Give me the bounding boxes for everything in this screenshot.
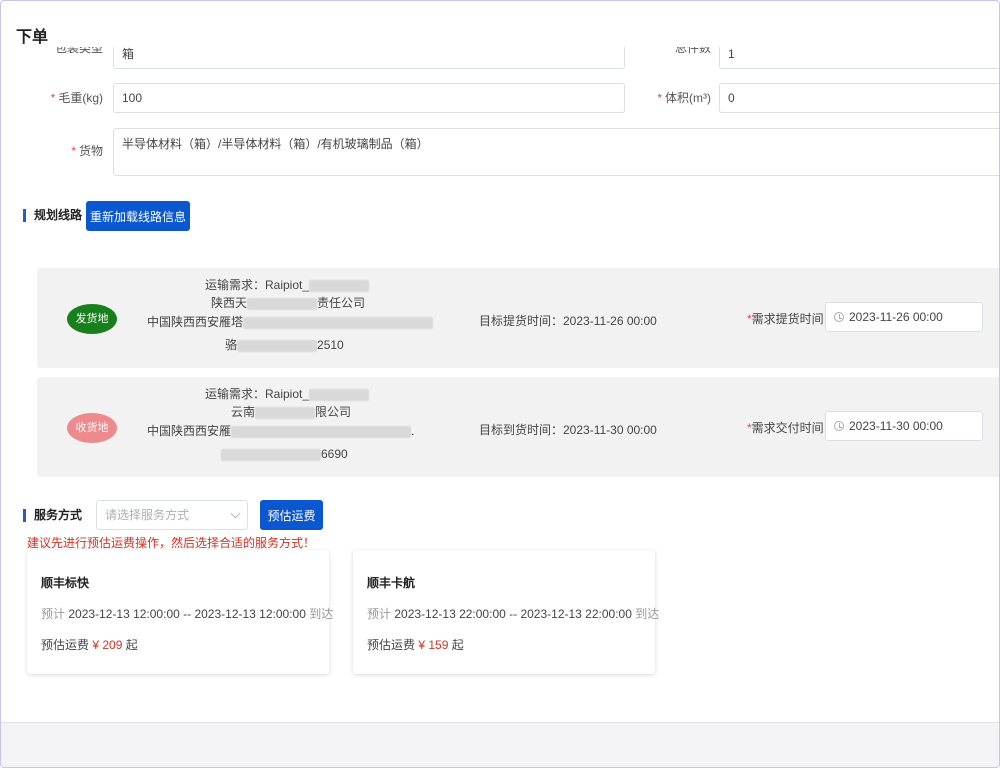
service-section-title: 服务方式* — [23, 509, 104, 522]
route-section-title: 规划线路 — [23, 209, 82, 222]
origin-target-time: 目标提货时间：2023-11-26 00:00 — [479, 314, 657, 328]
total-pieces-input[interactable]: 1 — [719, 47, 999, 69]
goods-textarea[interactable]: 半导体材料（箱）/半导体材料（箱）/有机玻璃制品（箱） — [113, 128, 999, 176]
dest-address: 中国陕西西安雁. — [147, 424, 415, 438]
gross-weight-input[interactable]: 100 — [113, 83, 625, 113]
volume-input[interactable]: 0 — [719, 83, 999, 113]
service-select[interactable]: 请选择服务方式 — [96, 500, 248, 530]
clock-icon — [834, 312, 844, 322]
origin-need-label: *需求提货时间 — [747, 312, 824, 326]
service-option-card[interactable]: 顺丰标快 预计 2023-12-13 12:00:00 -- 2023-12-1… — [27, 550, 333, 674]
pack-type-label: 包装类型 — [54, 47, 103, 55]
clipped-row: 包装类型 箱 总件数 1 — [1, 47, 999, 69]
page-title: 下单 — [16, 29, 49, 46]
delivery-date-picker[interactable]: 2023-11-30 00:00 — [825, 411, 983, 441]
reload-route-button[interactable]: 重新加载线路信息 — [86, 201, 190, 231]
total-pieces-label: 总件数 — [674, 47, 711, 55]
pickup-date-picker[interactable]: 2023-11-26 00:00 — [825, 302, 983, 332]
origin-card: 发货地 运输需求：Raipiot_ 陕西天 责任公司 中国陕西西安雁塔 骆 2510… — [37, 268, 999, 368]
service-option-card[interactable]: 顺丰卡航 预计 2023-12-13 22:00:00 -- 2023-12-1… — [353, 550, 659, 674]
dest-demand: 运输需求：Raipiot_ — [205, 387, 370, 401]
service-eta: 预计 2023-12-13 22:00:00 -- 2023-12-13 22:… — [367, 607, 660, 621]
dest-target-time: 目标到货时间：2023-11-30 00:00 — [479, 423, 657, 437]
pack-type-input[interactable]: 箱 — [113, 47, 625, 69]
dest-contact: 6690 — [221, 447, 348, 461]
service-name: 顺丰标快 — [41, 576, 90, 590]
service-fee: 预估运费 ¥ 159 起 — [367, 638, 464, 652]
estimate-fee-button[interactable]: 预估运费 — [260, 500, 323, 530]
dest-company: 云南 限公司 — [231, 405, 352, 419]
origin-contact: 骆 2510 — [225, 338, 344, 352]
volume-label: * 体积(m³) — [657, 91, 711, 105]
service-fee: 预估运费 ¥ 209 起 — [41, 638, 138, 652]
origin-company: 陕西天 责任公司 — [211, 296, 366, 310]
origin-badge: 发货地 — [67, 304, 117, 334]
chevron-down-icon — [230, 508, 241, 519]
service-eta: 预计 2023-12-13 12:00:00 -- 2023-12-13 12:… — [41, 607, 334, 621]
dest-need-label: *需求交付时间 — [747, 421, 824, 435]
clock-icon — [834, 421, 844, 431]
origin-address: 中国陕西西安雁塔 — [147, 315, 434, 329]
service-name: 顺丰卡航 — [367, 576, 416, 590]
origin-demand: 运输需求：Raipiot_ — [205, 278, 370, 292]
dest-badge: 收货地 — [67, 413, 117, 443]
goods-label: * 货物 — [71, 144, 103, 158]
service-warning: 建议先进行预估运费操作，然后选择合适的服务方式！ — [27, 536, 316, 550]
dest-card: 收货地 运输需求：Raipiot_ 云南 限公司 中国陕西西安雁. 6690 目标… — [37, 377, 999, 477]
footer-bar — [1, 722, 999, 767]
app-frame: 下单 包装类型 箱 总件数 1 * 毛重(kg) 100 * 体积(m³) 0 * 货… — [0, 0, 1000, 768]
gross-weight-label: * 毛重(kg) — [50, 91, 103, 105]
